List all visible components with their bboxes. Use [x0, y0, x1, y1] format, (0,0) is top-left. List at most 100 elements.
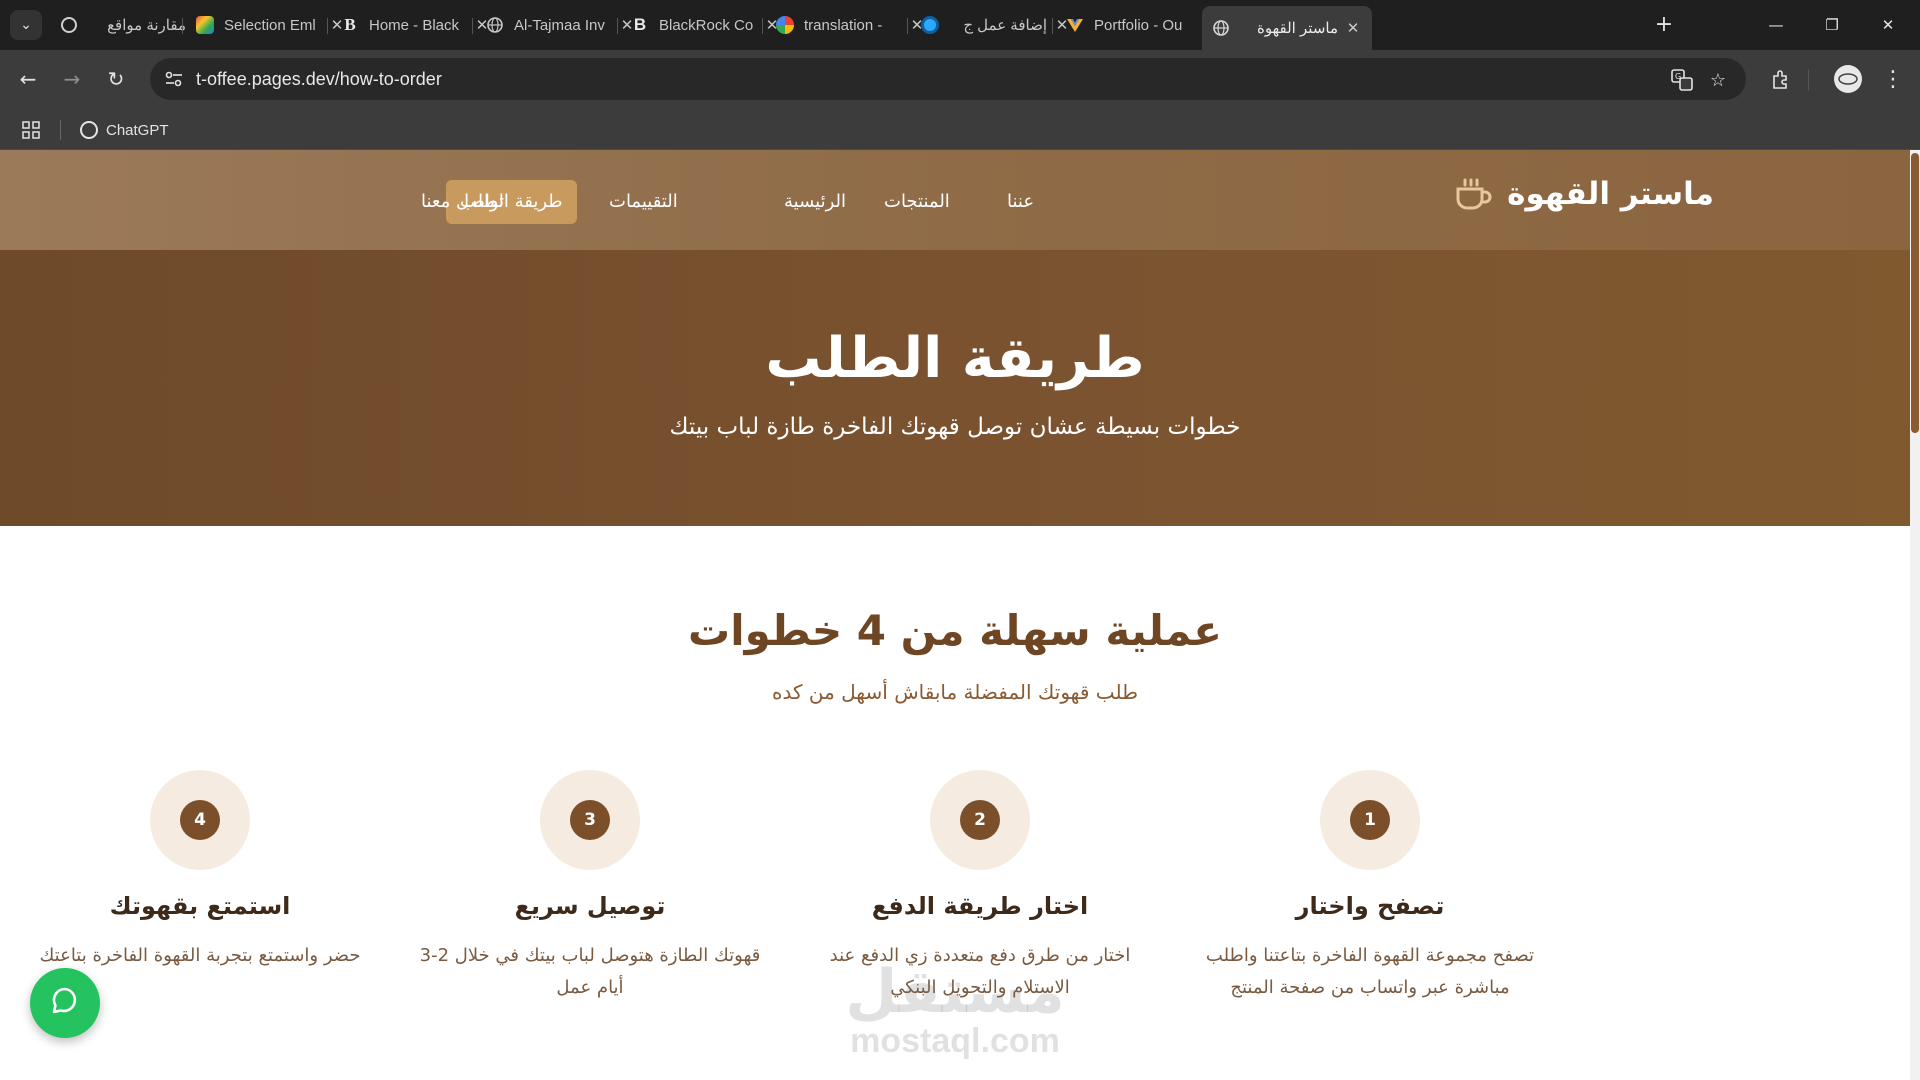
minimize-button[interactable]: —: [1748, 0, 1804, 50]
chatgpt-icon: [80, 121, 98, 139]
step-number: 3: [570, 800, 610, 840]
nav-contact[interactable]: تواصل معنا: [407, 180, 518, 224]
multicolor-app-icon: [196, 16, 214, 34]
close-icon: ✕: [1881, 16, 1895, 34]
bookmark-star-icon[interactable]: ☆: [1706, 68, 1730, 92]
tab-divider: [472, 18, 473, 34]
profile-avatar[interactable]: [1834, 65, 1862, 93]
tab-label: translation -: [804, 16, 883, 34]
tab-label: BlackRock Co: [659, 16, 754, 34]
step-badge: 3: [540, 770, 640, 870]
hero-title: طريقة الطلب: [765, 326, 1145, 391]
close-window-button[interactable]: ✕: [1860, 0, 1916, 50]
globe-icon: [1212, 19, 1230, 37]
step-title: استمتع بقهوتك: [109, 892, 291, 920]
bookmarks-bar: ChatGPT: [0, 108, 1920, 150]
arrow-right-icon: →: [63, 67, 81, 91]
tab-divider: [907, 18, 908, 34]
steps-section-title: عملية سهلة من 4 خطوات: [688, 606, 1222, 655]
tab-9-active[interactable]: ماستر القهوة ✕: [1202, 6, 1372, 50]
site-header: ماستر القهوة الرئيسية المنتجات عننا طريق…: [0, 150, 1910, 250]
google-icon: [776, 16, 794, 34]
reload-icon: ↻: [107, 67, 125, 91]
tab-label: إضافة عمل ج: [963, 17, 1047, 34]
address-url: t-offee.pages.dev/how-to-order: [196, 69, 442, 89]
tab-divider: [182, 18, 183, 34]
scrollbar-thumb[interactable]: [1911, 153, 1919, 433]
restore-button[interactable]: ❐: [1804, 0, 1860, 50]
step-description: قهوتك الطازة هتوصل لباب بيتك في خلال 2-3…: [419, 945, 761, 998]
step-badge: 2: [930, 770, 1030, 870]
tab-label: Selection Eml: [224, 16, 316, 34]
apps-grid-icon[interactable]: [20, 119, 42, 141]
tab-label: مقارنة مواقع: [107, 17, 186, 34]
tab-label: Portfolio - Ou: [1094, 16, 1183, 34]
step-title: اختار طريقة الدفع: [871, 892, 1089, 920]
globe-icon: [486, 16, 504, 34]
letter-b-icon: B: [633, 15, 647, 34]
new-tab-button[interactable]: +: [1650, 10, 1678, 38]
step-title: تصفح واختار: [1295, 892, 1445, 920]
nav-home[interactable]: الرئيسية: [770, 180, 860, 224]
page-scrollbar[interactable]: [1910, 150, 1920, 1080]
hero-subtitle: خطوات بسيطة عشان توصل قهوتك الفاخرة طازة…: [669, 414, 1241, 440]
step-number: 1: [1350, 800, 1390, 840]
menu-icon[interactable]: ⋮: [1878, 64, 1908, 94]
site-info-icon[interactable]: [162, 67, 186, 91]
tab-8[interactable]: Portfolio - Ou ✕: [1056, 8, 1226, 42]
reload-button[interactable]: ↻: [100, 63, 132, 95]
tab-divider: [327, 18, 328, 34]
translate-icon[interactable]: G: [1670, 68, 1694, 92]
vue-icon: [1066, 16, 1084, 34]
bookmark-label: ChatGPT: [106, 121, 169, 139]
restore-icon: ❐: [1825, 16, 1839, 34]
step-card-3: 3 توصيل سريع قهوتك الطازة هتوصل لباب بيت…: [410, 770, 770, 1004]
step-card-1: 1 تصفح واختار تصفح مجموعة القهوة الفاخرة…: [1190, 770, 1550, 1004]
tab-label: ماستر القهوة: [1257, 20, 1338, 37]
hero-banner: طريقة الطلب خطوات بسيطة عشان توصل قهوتك …: [0, 250, 1910, 526]
nav-about[interactable]: عننا: [993, 180, 1048, 224]
tab-label: Home - Black: [369, 16, 460, 34]
web-page: ماستر القهوة الرئيسية المنتجات عننا طريق…: [0, 150, 1910, 1080]
chat-button[interactable]: [30, 968, 100, 1038]
main-nav: الرئيسية المنتجات عننا طريقة الطلب التقي…: [0, 180, 1910, 224]
tab-divider: [1052, 18, 1053, 34]
step-title: توصيل سريع: [514, 892, 666, 920]
nav-reviews[interactable]: التقييمات: [595, 180, 692, 224]
plus-icon: +: [1654, 11, 1674, 37]
tab-label: Al-Tajmaa Inv: [514, 16, 605, 34]
step-description: حضر واستمتع بتجربة القهوة الفاخرة بتاعتك: [39, 945, 361, 966]
browser-toolbar: ← → ↻ t-offee.pages.dev/how-to-order G ☆…: [0, 50, 1920, 108]
close-icon[interactable]: ✕: [1344, 19, 1362, 37]
browser-tab-strip: ⌄ مقارنة مواقع ✕ Selection Eml ✕ B Home …: [0, 0, 1920, 50]
nav-products[interactable]: المنتجات: [870, 180, 964, 224]
step-description: تصفح مجموعة القهوة الفاخرة بتاعتنا واطلب…: [1205, 945, 1535, 998]
step-description: اختار من طرق دفع متعددة زي الدفع عند الا…: [829, 945, 1131, 998]
forward-button[interactable]: →: [56, 63, 88, 95]
chat-bubble-icon: [49, 985, 81, 1021]
minimize-icon: —: [1768, 16, 1784, 34]
step-card-4: 4 استمتع بقهوتك حضر واستمتع بتجربة القهو…: [20, 770, 380, 972]
bookmarks-divider: [60, 120, 61, 140]
toolbar-divider: [1808, 69, 1809, 91]
step-number: 2: [960, 800, 1000, 840]
step-badge: 1: [1320, 770, 1420, 870]
svg-text:G: G: [1675, 72, 1681, 81]
step-card-2: 2 اختار طريقة الدفع اختار من طرق دفع متع…: [800, 770, 1160, 1004]
watermark-latin: mostaql.com: [850, 1022, 1060, 1060]
step-badge: 4: [150, 770, 250, 870]
back-button[interactable]: ←: [12, 63, 44, 95]
steps-section-subtitle: طلب قهوتك المفضلة مابقاش أسهل من كده: [772, 680, 1138, 704]
chatgpt-icon: [60, 16, 78, 34]
tab-search-button[interactable]: ⌄: [10, 10, 42, 40]
chevron-down-icon: ⌄: [20, 17, 32, 33]
blue-circle-icon: [921, 16, 939, 34]
address-bar[interactable]: t-offee.pages.dev/how-to-order G ☆: [150, 58, 1746, 100]
extensions-icon[interactable]: [1766, 64, 1796, 94]
arrow-left-icon: ←: [19, 67, 37, 91]
step-number: 4: [180, 800, 220, 840]
tab-divider: [617, 18, 618, 34]
tab-divider: [762, 18, 763, 34]
bookmark-chatgpt[interactable]: ChatGPT: [80, 118, 169, 142]
letter-b-icon: B: [344, 15, 356, 34]
